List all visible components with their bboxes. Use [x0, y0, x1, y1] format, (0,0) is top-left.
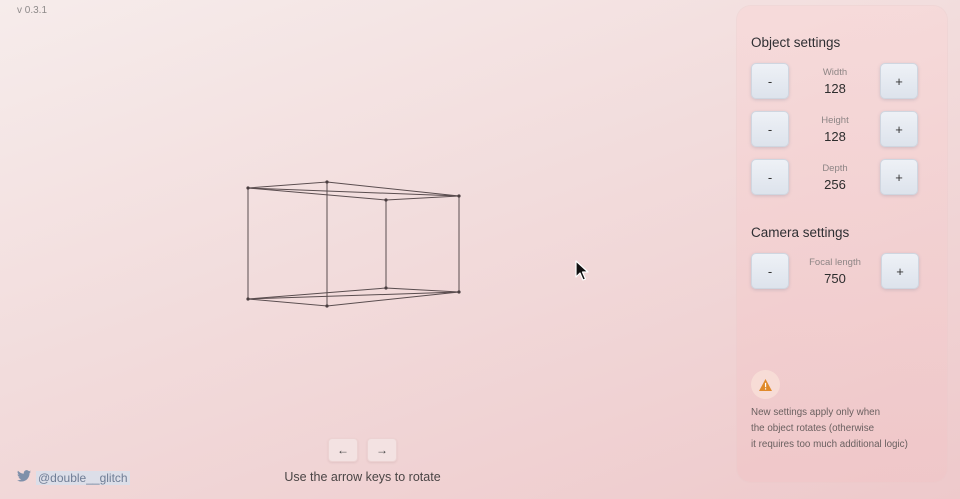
box-vertex	[384, 286, 388, 290]
box-vertex	[457, 290, 461, 294]
depth-decrement-button[interactable]: -	[751, 159, 789, 195]
width-decrement-button[interactable]: -	[751, 63, 789, 99]
focal-length-value: 750	[824, 271, 846, 286]
rotate-hint: Use the arrow keys to rotate	[284, 470, 441, 484]
arrow-left-icon: ←	[337, 443, 349, 457]
camera-settings-title: Camera settings	[751, 225, 850, 240]
height-value: 128	[824, 129, 846, 144]
depth-increment-button[interactable]: +	[880, 159, 918, 195]
twitter-handle: @double__glitch	[36, 470, 130, 485]
rotate-right-button[interactable]: →	[367, 438, 397, 462]
height-label: Height	[821, 115, 849, 126]
notice-line: it requires too much additional logic)	[751, 439, 908, 450]
box-vertex	[325, 304, 329, 308]
box-wireframe	[246, 180, 461, 308]
depth-label: Depth	[822, 163, 848, 174]
focal-length-label: Focal length	[809, 257, 861, 268]
notice-line: New settings apply only when	[751, 407, 881, 418]
focal-length-increment-button[interactable]: +	[881, 253, 919, 289]
box-back-face	[385, 195, 460, 293]
box-front-face	[247, 181, 328, 307]
box-vertex	[246, 297, 250, 301]
object-settings-title: Object settings	[751, 35, 841, 50]
box-vertex	[325, 180, 329, 184]
arrow-right-icon: →	[376, 443, 388, 457]
notice-line: the object rotates (otherwise	[751, 423, 875, 434]
width-increment-button[interactable]: +	[880, 63, 918, 99]
focal-length-decrement-button[interactable]: -	[751, 253, 789, 289]
box-vertex	[457, 194, 461, 198]
width-value: 128	[824, 81, 846, 96]
box-edge	[247, 187, 460, 197]
settings-notice: New settings apply only when the object …	[751, 405, 941, 453]
warning-icon	[751, 370, 780, 399]
box-edge	[247, 287, 387, 300]
box-vertex	[384, 198, 388, 202]
twitter-link[interactable]: @double__glitch	[17, 470, 130, 485]
height-increment-button[interactable]: +	[880, 111, 918, 147]
height-decrement-button[interactable]: -	[751, 111, 789, 147]
box-vertex	[246, 186, 250, 190]
depth-value: 256	[824, 177, 846, 192]
twitter-bird-icon	[17, 470, 31, 485]
mouse-cursor-icon	[575, 260, 589, 287]
box-edge	[247, 187, 387, 201]
render-canvas[interactable]	[0, 0, 720, 499]
width-label: Width	[822, 67, 848, 78]
rotate-left-button[interactable]: ←	[328, 438, 358, 462]
